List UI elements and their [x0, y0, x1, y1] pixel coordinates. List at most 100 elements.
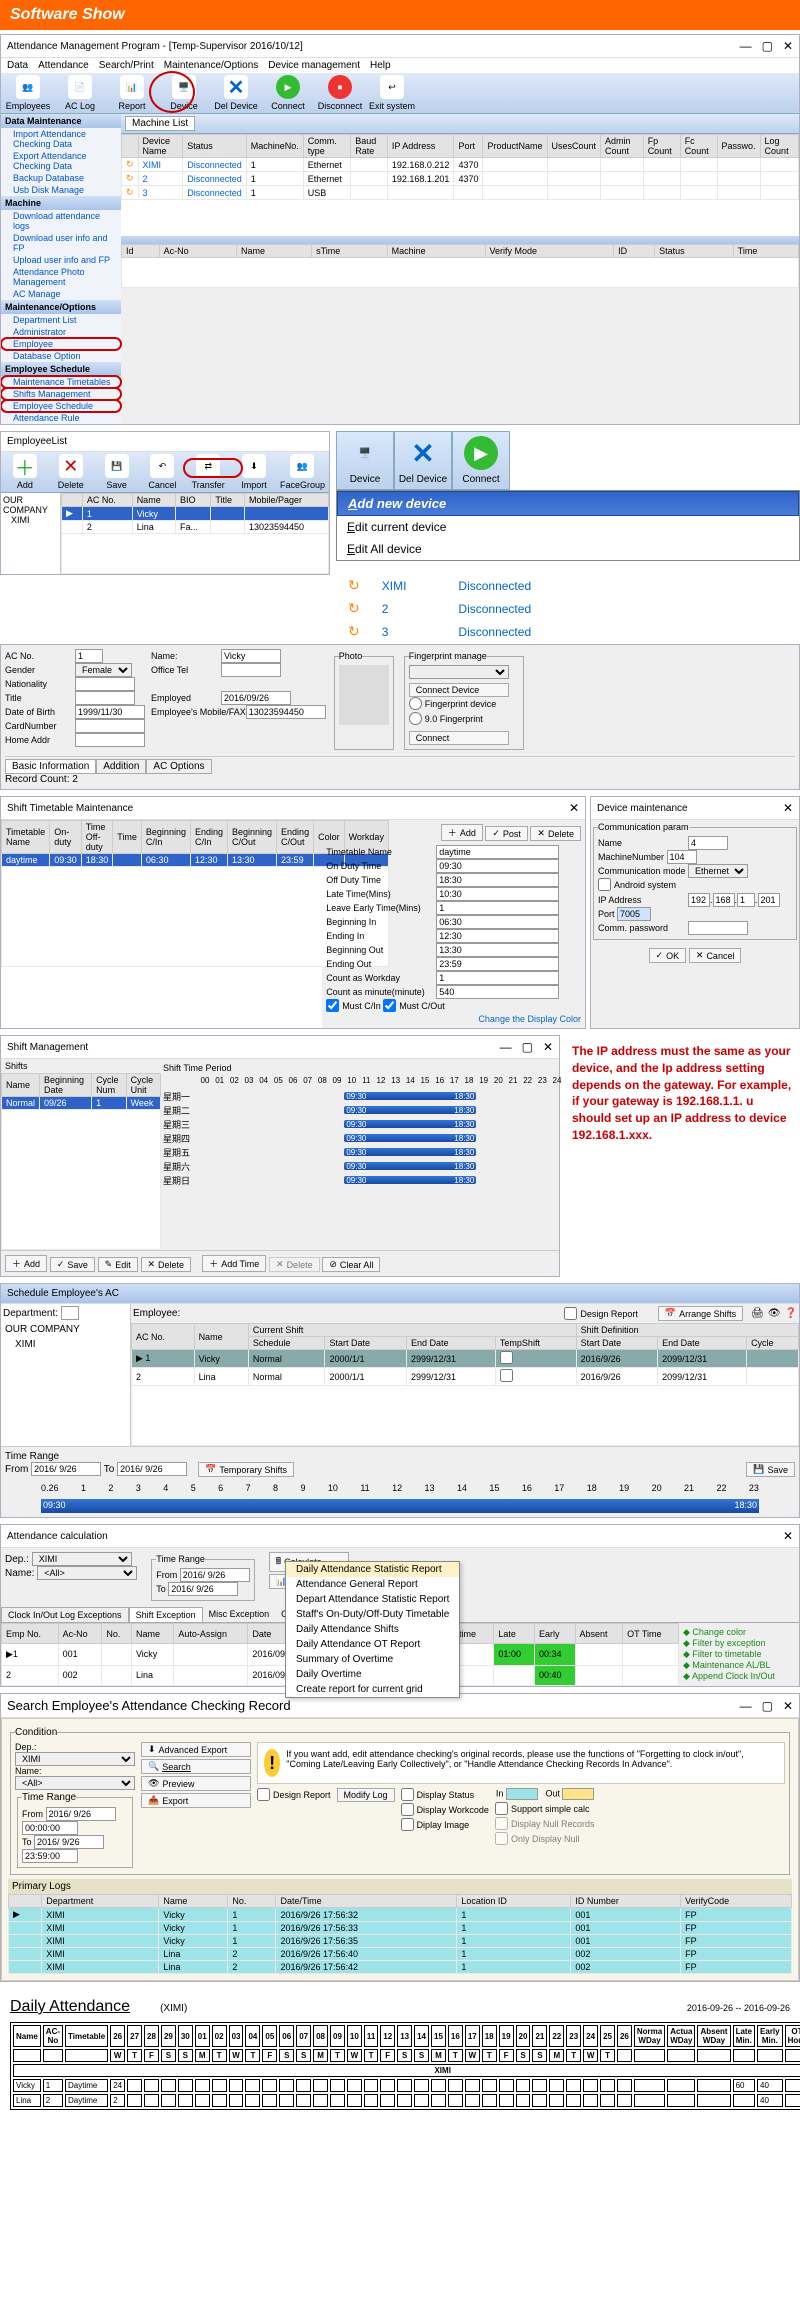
device-row[interactable]: ↻XIMIDisconnected1Ethernet192.168.0.2124… [122, 158, 799, 172]
side-ul-user[interactable]: Upload user info and FP [1, 254, 121, 266]
on-duty-field[interactable] [436, 859, 559, 873]
mini-dev-row[interactable]: ↻3Disconnected [338, 621, 541, 642]
design-report-check[interactable] [564, 1307, 577, 1320]
side-db-option[interactable]: Database Option [1, 350, 121, 362]
close-icon[interactable]: ✕ [783, 1529, 793, 1543]
sched-row[interactable]: 2LinaNormal2000/1/12999/12/312016/9/2620… [132, 1368, 799, 1386]
side-export-data[interactable]: Export Attendance Checking Data [1, 150, 121, 172]
ip2-field[interactable] [713, 893, 735, 907]
acno-field[interactable] [75, 649, 103, 663]
tab-misc-exc[interactable]: Misc Exception [203, 1607, 276, 1622]
tb-cancel-emp[interactable]: ↶Cancel [142, 454, 182, 490]
tb-transfer-emp[interactable]: ⇄Transfer [188, 454, 228, 490]
tb-employees[interactable]: 👥Employees [5, 75, 51, 111]
tab-ac-options[interactable]: AC Options [146, 759, 211, 774]
sm-add-button[interactable]: ＋ Add [5, 1255, 47, 1272]
tree-dept[interactable]: XIMI [3, 515, 58, 525]
must-cout-check[interactable] [383, 999, 396, 1012]
begin-in-field[interactable] [436, 915, 559, 929]
tb-save-emp[interactable]: 💾Save [97, 454, 137, 490]
name-select[interactable]: <All> [37, 1566, 137, 1580]
filter-tt-link[interactable]: ◆ Filter to timetable [683, 1649, 795, 1660]
sched-row[interactable]: ▶ 1VickyNormal2000/1/12999/12/312016/9/2… [132, 1350, 799, 1368]
search-button[interactable]: 🔍 Search [141, 1759, 251, 1774]
menu-search-print[interactable]: Search/Print [99, 60, 154, 71]
side-grp-machine[interactable]: Machine [1, 196, 121, 210]
nationality-field[interactable] [75, 677, 135, 691]
preview-icon[interactable]: 👁 [768, 1308, 781, 1319]
side-grp-data-maint[interactable]: Data Maintenance [1, 114, 121, 128]
side-import-data[interactable]: Import Attendance Checking Data [1, 128, 121, 150]
menu-maintenance[interactable]: Maintenance/Options [164, 60, 259, 71]
close-icon[interactable]: ✕ [569, 801, 579, 815]
tempshift-check[interactable] [500, 1369, 513, 1382]
menu-device-mgmt[interactable]: Device management [268, 60, 360, 71]
android-check[interactable] [598, 878, 611, 891]
tb-exit[interactable]: ↩Exit system [369, 75, 415, 111]
tb-del-device[interactable]: ✕Del Device [213, 75, 259, 111]
fp-select[interactable] [409, 665, 509, 679]
rpt-daily-shifts[interactable]: Daily Attendance Shifts [286, 1622, 459, 1637]
tree-company[interactable]: OUR COMPANY [3, 495, 58, 515]
rpt-daily-ot[interactable]: Daily Attendance OT Report [286, 1637, 459, 1652]
mini-dev-row[interactable]: ↻XIMIDisconnected [338, 575, 541, 596]
sm-delete-button[interactable]: ✕ Delete [141, 1257, 192, 1272]
help-icon[interactable]: ❓ [785, 1308, 797, 1319]
tab-clock-exc[interactable]: Clock In/Out Log Exceptions [1, 1607, 129, 1622]
tempshift-check[interactable] [500, 1351, 513, 1364]
tab-machine-list[interactable]: Machine List [125, 116, 195, 131]
log-row[interactable]: XIMIVicky12016/9/26 17:56:331001FP [9, 1922, 792, 1935]
search-from-time[interactable] [22, 1821, 78, 1835]
emp-row[interactable]: 2LinaFa...13023594450 [62, 521, 329, 534]
device-row[interactable]: ↻3Disconnected1USB [122, 186, 799, 200]
tt-add-button[interactable]: ＋ Add [441, 824, 483, 841]
log-row[interactable]: XIMILina22016/9/26 17:56:401002FP [9, 1948, 792, 1961]
rpt-summary-ot[interactable]: Summary of Overtime [286, 1652, 459, 1667]
log-row[interactable]: ▶XIMIVicky12016/9/26 17:56:321001FP [9, 1908, 792, 1922]
filter-exc-link[interactable]: ◆ Filter by exception [683, 1638, 795, 1649]
maint-albl-link[interactable]: ◆ Maintenance AL/BL [683, 1660, 795, 1671]
side-att-photo[interactable]: Attendance Photo Management [1, 266, 121, 288]
connect-device-button[interactable]: Connect Device [409, 683, 509, 697]
leave-early-field[interactable] [436, 901, 559, 915]
side-dept-list[interactable]: Department List [1, 314, 121, 326]
to-date-field[interactable] [117, 1462, 187, 1476]
design-report-check[interactable] [257, 1788, 270, 1801]
zoom-device[interactable]: 🖥️Device [336, 431, 394, 490]
search-name-select[interactable]: <All> [15, 1776, 135, 1790]
calc-to-field[interactable] [168, 1582, 238, 1596]
calc-from-field[interactable] [180, 1568, 250, 1582]
change-color-link[interactable]: ◆ Change color [683, 1627, 795, 1638]
rpt-attendance-general[interactable]: Attendance General Report [286, 1577, 459, 1592]
side-ac-manage[interactable]: AC Manage [1, 288, 121, 300]
close-icon[interactable]: ✕ [783, 39, 793, 53]
rpt-daily-overtime[interactable]: Daily Overtime [286, 1667, 459, 1682]
zoom-del-device[interactable]: ✕Del Device [394, 431, 452, 490]
log-row[interactable]: XIMIVicky12016/9/26 17:56:351001FP [9, 1935, 792, 1948]
end-in-field[interactable] [436, 929, 559, 943]
advanced-export-button[interactable]: ⬇ Advanced Export [141, 1742, 251, 1757]
fp-device-radio[interactable] [409, 697, 422, 710]
rpt-daily-stat[interactable]: Daily Attendance Statistic Report [286, 1562, 459, 1577]
from-date-field[interactable] [31, 1462, 101, 1476]
end-out-field[interactable] [436, 957, 559, 971]
col-baud[interactable]: Baud Rate [351, 135, 388, 158]
sm-del-time-button[interactable]: ✕ Delete [269, 1257, 320, 1272]
ip1-field[interactable] [688, 893, 710, 907]
rpt-depart-stat[interactable]: Depart Attendance Statistic Report [286, 1592, 459, 1607]
title-field[interactable] [75, 691, 135, 705]
side-usb-disk[interactable]: Usb Disk Manage [1, 184, 121, 196]
col-status[interactable]: Status [183, 135, 247, 158]
disp-status-check[interactable] [401, 1788, 414, 1801]
off-duty-field[interactable] [436, 873, 559, 887]
emp-name-field[interactable] [221, 649, 281, 663]
min-icon[interactable]: — [500, 1040, 512, 1054]
save-sched-button[interactable]: 💾 Save [746, 1462, 795, 1477]
side-emp-schedule[interactable]: Employee Schedule [1, 400, 121, 412]
dob-field[interactable] [75, 705, 145, 719]
tab-shift-exc[interactable]: Shift Exception [129, 1607, 203, 1622]
comm-pw-field[interactable] [688, 921, 748, 935]
temp-shifts-button[interactable]: 📅 Temporary Shifts [198, 1462, 294, 1477]
menu-attendance[interactable]: Attendance [38, 60, 89, 71]
comm-mode-select[interactable]: Ethernet [688, 864, 748, 878]
